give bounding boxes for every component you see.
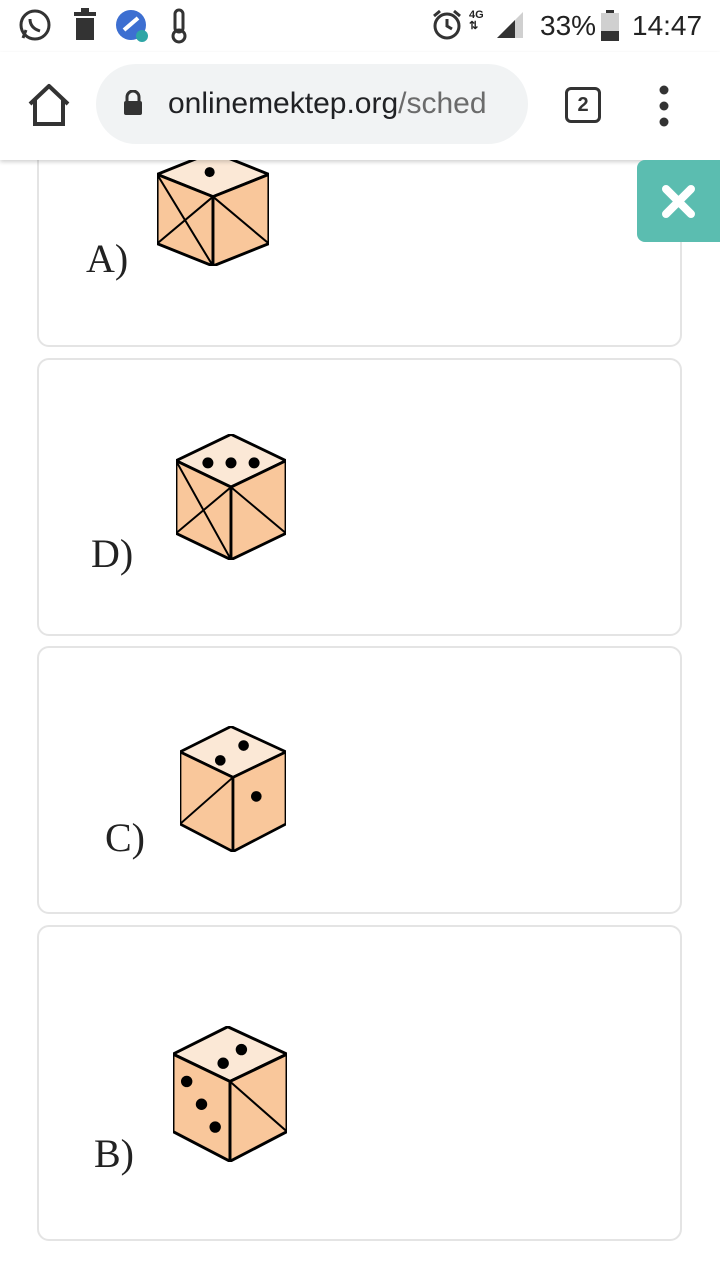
browser-toolbar: onlinemektep.org/sched 2 <box>0 52 720 160</box>
option-label-b: B) <box>94 1131 134 1176</box>
option-card-b[interactable]: B) <box>37 925 682 1241</box>
address-bar[interactable]: onlinemektep.org/sched <box>96 64 528 144</box>
option-card-d[interactable]: D) <box>37 358 682 636</box>
url-host: onlinemektep.org <box>168 87 399 120</box>
url-text: onlinemektep.org/sched <box>168 87 487 121</box>
status-bar: 4G ⇅ 33% 14:47 <box>0 0 720 52</box>
close-button[interactable] <box>637 160 720 242</box>
clock: 14:47 <box>632 10 703 41</box>
trash-icon <box>74 8 96 40</box>
option-label-a: A) <box>86 236 129 281</box>
die-b <box>173 1026 287 1162</box>
alarm-icon <box>433 9 461 40</box>
home-icon[interactable] <box>24 80 74 130</box>
battery-percent: 33% <box>540 10 597 41</box>
thermometer-icon <box>171 8 187 44</box>
network-4g-icon: 4G ⇅ <box>469 9 484 32</box>
option-card-a[interactable]: A) <box>37 160 682 347</box>
battery-icon <box>601 10 619 41</box>
data-arrows-icon: ⇅ <box>469 20 479 32</box>
die-a <box>157 160 269 266</box>
more-vert-icon[interactable] <box>652 84 676 128</box>
lock-icon <box>124 90 142 115</box>
tab-switcher-button[interactable]: 2 <box>565 87 601 123</box>
die-d <box>176 434 286 560</box>
whatsapp-icon <box>19 9 51 41</box>
signal-icon <box>497 12 523 38</box>
close-icon <box>662 185 695 218</box>
url-path: /sched <box>398 87 487 120</box>
option-label-d: D) <box>91 531 134 576</box>
cleaner-app-icon <box>116 10 148 42</box>
answer-options-list: A) D) C) B) <box>0 160 720 1280</box>
die-c <box>180 726 286 852</box>
option-card-c[interactable]: C) <box>37 646 682 914</box>
option-label-c: C) <box>105 815 145 860</box>
